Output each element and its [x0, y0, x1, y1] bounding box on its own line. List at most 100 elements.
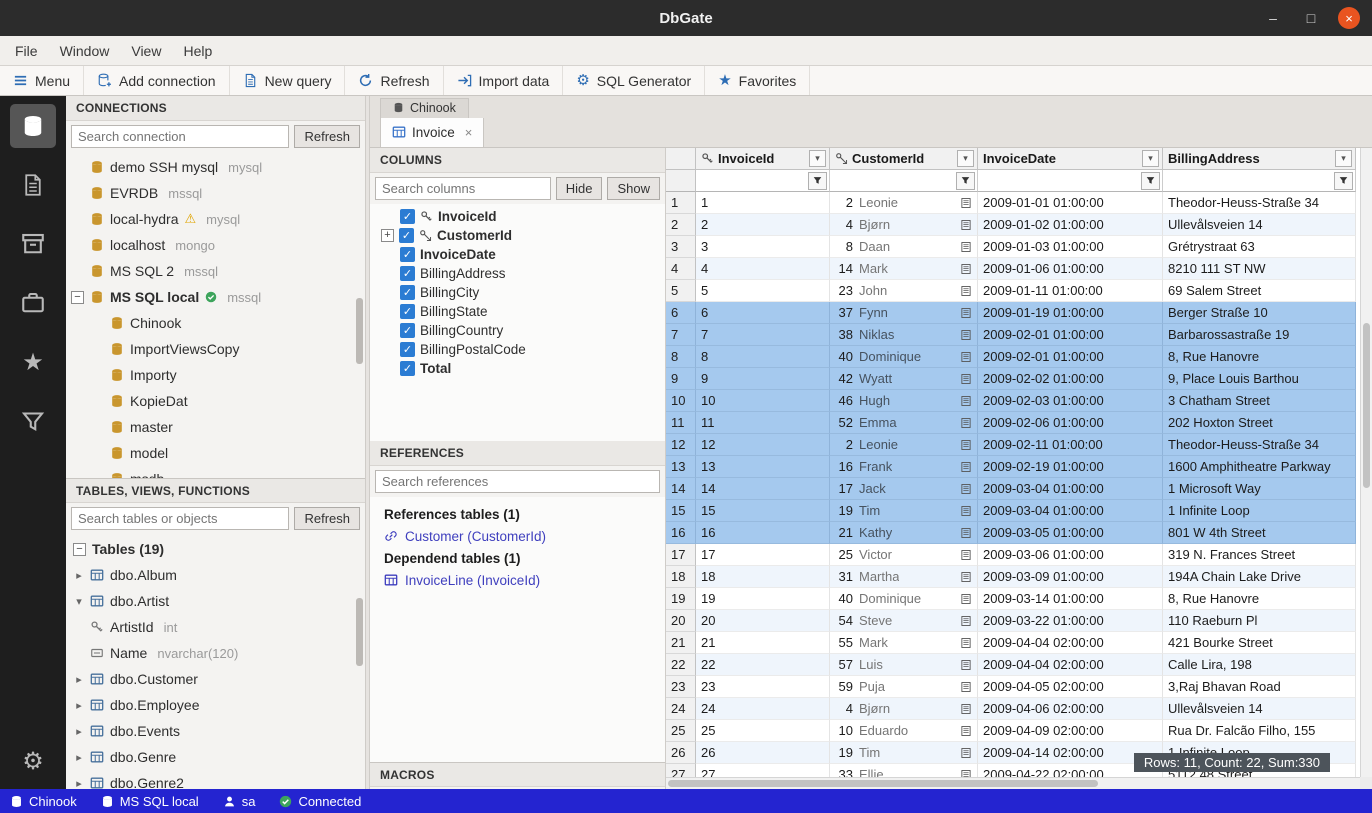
row-number[interactable]: 27 — [666, 764, 696, 777]
row-number[interactable]: 5 — [666, 280, 696, 302]
cell-invoicedate[interactable]: 2009-04-04 02:00:00 — [978, 632, 1163, 654]
cell-customerid[interactable]: 46Hugh — [830, 390, 978, 412]
checkbox-checked[interactable]: ✓ — [400, 323, 415, 338]
row-number[interactable]: 1 — [666, 192, 696, 214]
cell-invoiceid[interactable]: 19 — [696, 588, 830, 610]
row-number[interactable]: 22 — [666, 654, 696, 676]
cell-billingaddress[interactable]: Ullevålsveien 14 — [1163, 698, 1356, 720]
cell-customerid[interactable]: 38Niklas — [830, 324, 978, 346]
database-item-importy[interactable]: Importy — [66, 362, 365, 388]
cell-customerid[interactable]: 19Tim — [830, 742, 978, 764]
cell-billingaddress[interactable]: 194A Chain Lake Drive — [1163, 566, 1356, 588]
cell-invoicedate[interactable]: 2009-02-03 01:00:00 — [978, 390, 1163, 412]
row-number[interactable]: 19 — [666, 588, 696, 610]
column-menu-button[interactable]: ▾ — [809, 150, 826, 167]
database-item-importviewscopy[interactable]: ImportViewsCopy — [66, 336, 365, 362]
lookup-icon[interactable] — [960, 527, 972, 539]
toolbar-favorites-button[interactable]: ★Favorites — [705, 66, 810, 95]
table-item-dbo-genre2[interactable]: ▸dbo.Genre2 — [66, 770, 365, 789]
cell-billingaddress[interactable]: 3,Raj Bhavan Road — [1163, 676, 1356, 698]
cell-billingaddress[interactable]: 69 Salem Street — [1163, 280, 1356, 302]
row-number[interactable]: 3 — [666, 236, 696, 258]
minimize-button[interactable]: – — [1262, 7, 1284, 29]
connection-item-local-hydra[interactable]: local-hydra⚠mysql — [66, 206, 365, 232]
row-number[interactable]: 16 — [666, 522, 696, 544]
cell-customerid[interactable]: 4Bjørn — [830, 698, 978, 720]
row-number[interactable]: 23 — [666, 676, 696, 698]
chevron-right-icon[interactable]: ▸ — [74, 752, 84, 763]
cell-billingaddress[interactable]: 1600 Amphitheatre Parkway — [1163, 456, 1356, 478]
cell-billingaddress[interactable]: Barbarossastraße 19 — [1163, 324, 1356, 346]
cell-invoicedate[interactable]: 2009-01-11 01:00:00 — [978, 280, 1163, 302]
statusbar-connected[interactable]: Connected — [279, 794, 361, 809]
menu-help[interactable]: Help — [172, 36, 223, 65]
lookup-icon[interactable] — [960, 703, 972, 715]
lookup-icon[interactable] — [960, 307, 972, 319]
chevron-down-icon[interactable]: ▾ — [74, 596, 84, 607]
rail-favorites-button[interactable]: ★ — [10, 340, 56, 384]
cell-customerid[interactable]: 57Luis — [830, 654, 978, 676]
cell-customerid[interactable]: 2Leonie — [830, 434, 978, 456]
cell-invoiceid[interactable]: 22 — [696, 654, 830, 676]
vertical-scrollbar[interactable] — [1360, 148, 1372, 777]
cell-invoiceid[interactable]: 11 — [696, 412, 830, 434]
lookup-icon[interactable] — [960, 373, 972, 385]
column-menu-button[interactable]: ▾ — [957, 150, 974, 167]
cell-billingaddress[interactable]: Theodor-Heuss-Straße 34 — [1163, 434, 1356, 456]
cell-billingaddress[interactable]: 8, Rue Hanovre — [1163, 588, 1356, 610]
cell-billingaddress[interactable]: 110 Raeburn Pl — [1163, 610, 1356, 632]
row-number[interactable]: 2 — [666, 214, 696, 236]
filter-icon[interactable] — [1334, 172, 1353, 190]
column-header-billingaddress[interactable]: BillingAddress▾ — [1163, 148, 1356, 170]
cell-billingaddress[interactable]: 1 Microsoft Way — [1163, 478, 1356, 500]
column-header-customerid[interactable]: CustomerId▾ — [830, 148, 978, 170]
chevron-right-icon[interactable]: ▸ — [74, 700, 84, 711]
row-number[interactable]: 18 — [666, 566, 696, 588]
database-item-chinook[interactable]: Chinook — [66, 310, 365, 336]
cell-customerid[interactable]: 40Dominique — [830, 588, 978, 610]
show-button[interactable]: Show — [607, 177, 660, 200]
vertical-scrollbar-thumb[interactable] — [1363, 323, 1370, 488]
rail-plugins-button[interactable] — [10, 281, 56, 325]
table-item-dbo-genre[interactable]: ▸dbo.Genre — [66, 744, 365, 770]
lookup-icon[interactable] — [960, 505, 972, 517]
cell-customerid[interactable]: 17Jack — [830, 478, 978, 500]
cell-customerid[interactable]: 31Martha — [830, 566, 978, 588]
horizontal-scrollbar[interactable] — [666, 777, 1360, 789]
lookup-icon[interactable] — [960, 549, 972, 561]
column-header-invoiceid[interactable]: InvoiceId▾ — [696, 148, 830, 170]
lookup-icon[interactable] — [960, 395, 972, 407]
lookup-icon[interactable] — [960, 285, 972, 297]
chevron-right-icon[interactable]: ▸ — [74, 570, 84, 581]
checkbox-checked[interactable]: ✓ — [400, 247, 415, 262]
lookup-icon[interactable] — [960, 439, 972, 451]
cell-billingaddress[interactable]: 202 Hoxton Street — [1163, 412, 1356, 434]
table-item-dbo-employee[interactable]: ▸dbo.Employee — [66, 692, 365, 718]
cell-invoicedate[interactable]: 2009-04-06 02:00:00 — [978, 698, 1163, 720]
tables-scrollbar-thumb[interactable] — [356, 598, 363, 666]
lookup-icon[interactable] — [960, 329, 972, 341]
cell-customerid[interactable]: 55Mark — [830, 632, 978, 654]
cell-invoicedate[interactable]: 2009-04-04 02:00:00 — [978, 654, 1163, 676]
cell-customerid[interactable]: 54Steve — [830, 610, 978, 632]
cell-invoicedate[interactable]: 2009-02-19 01:00:00 — [978, 456, 1163, 478]
lookup-icon[interactable] — [960, 461, 972, 473]
cell-invoiceid[interactable]: 7 — [696, 324, 830, 346]
cell-customerid[interactable]: 2Leonie — [830, 192, 978, 214]
column-check-item-total[interactable]: ✓Total — [370, 359, 665, 378]
cell-customerid[interactable]: 37Fynn — [830, 302, 978, 324]
cell-billingaddress[interactable]: Calle Lira, 198 — [1163, 654, 1356, 676]
macros-header[interactable]: MACROS — [370, 762, 665, 787]
cell-invoiceid[interactable]: 15 — [696, 500, 830, 522]
cell-invoiceid[interactable]: 26 — [696, 742, 830, 764]
cell-customerid[interactable]: 14Mark — [830, 258, 978, 280]
connection-search-input[interactable] — [71, 125, 289, 148]
menu-view[interactable]: View — [120, 36, 172, 65]
lookup-icon[interactable] — [960, 241, 972, 253]
column-menu-button[interactable]: ▾ — [1335, 150, 1352, 167]
maximize-button[interactable]: □ — [1300, 7, 1322, 29]
cell-customerid[interactable]: 10Eduardo — [830, 720, 978, 742]
cell-invoicedate[interactable]: 2009-01-01 01:00:00 — [978, 192, 1163, 214]
table-item-dbo-events[interactable]: ▸dbo.Events — [66, 718, 365, 744]
cell-invoiceid[interactable]: 1 — [696, 192, 830, 214]
